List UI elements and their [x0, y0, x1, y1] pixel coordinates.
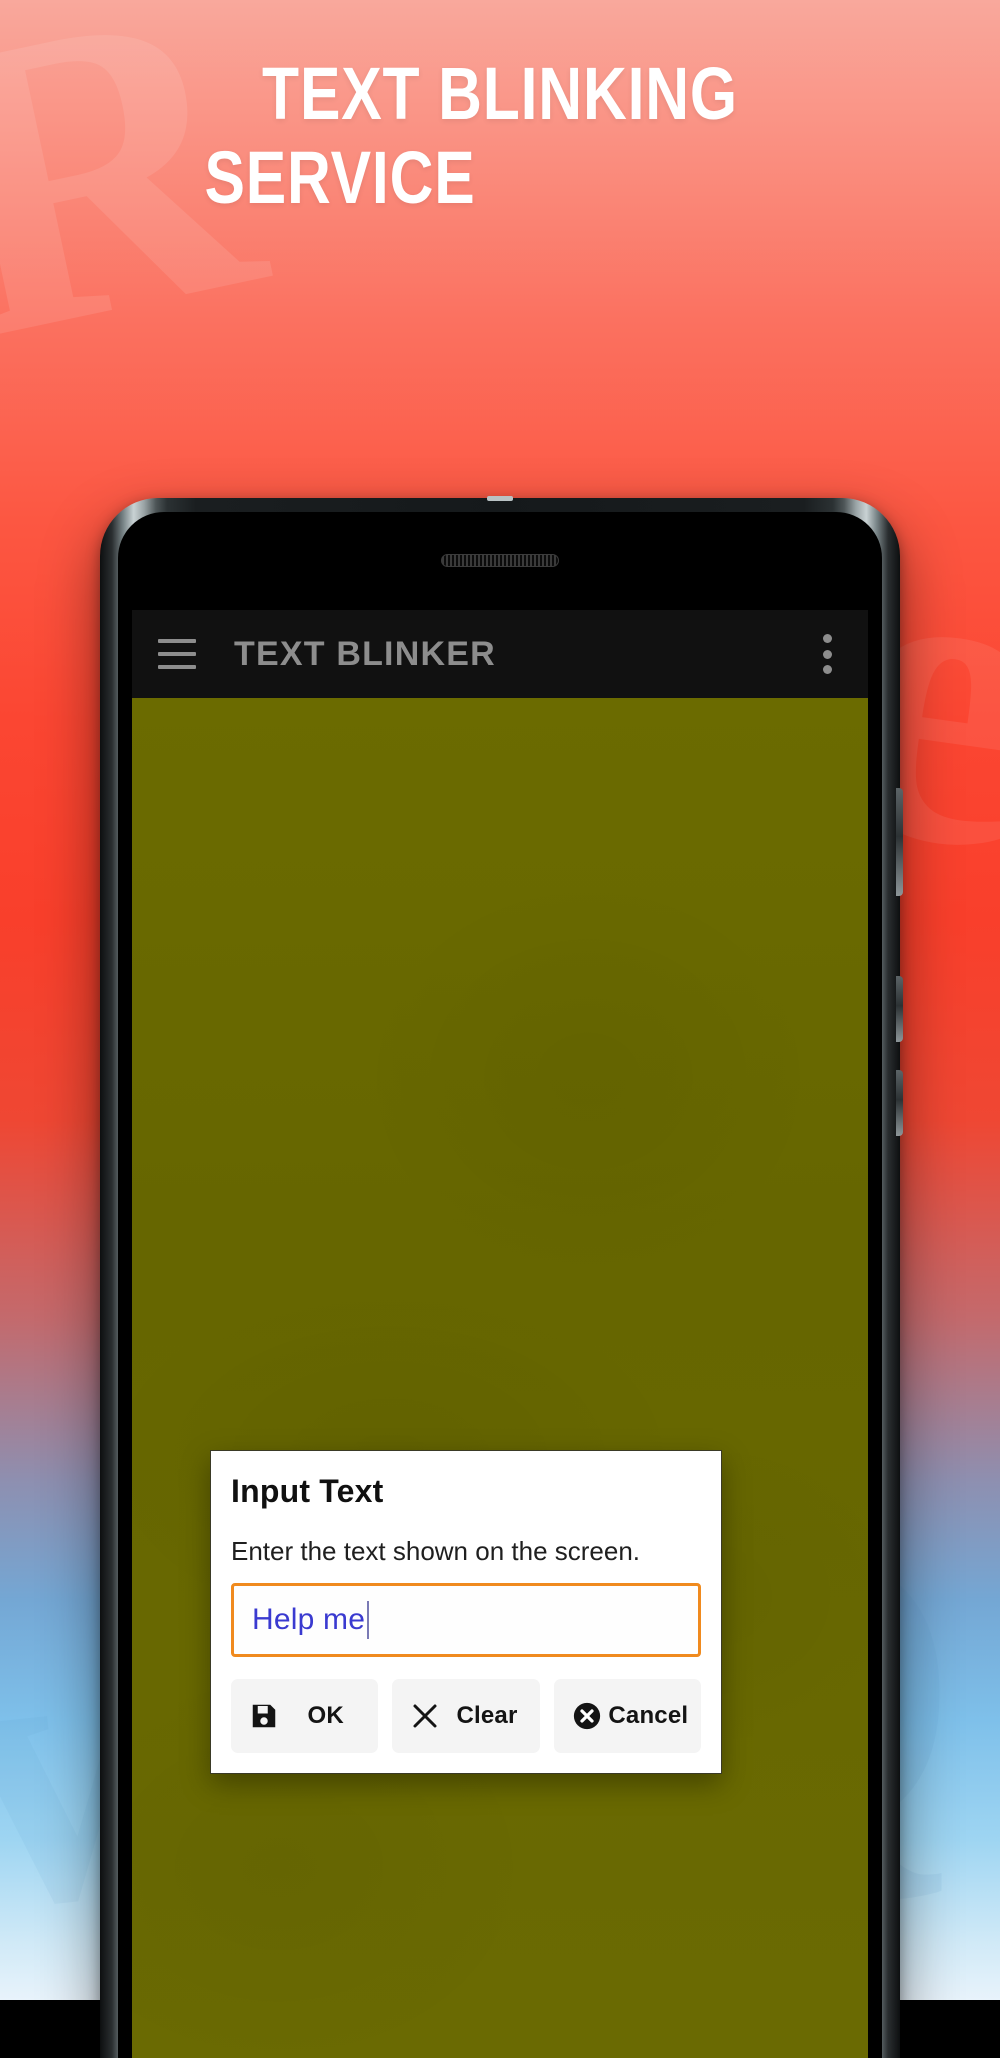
clear-button-label: Clear — [456, 1702, 518, 1730]
cancel-button-label: Cancel — [608, 1702, 689, 1730]
cancel-button[interactable]: Cancel — [553, 1679, 701, 1754]
dialog-message: Enter the text shown on the screen. — [231, 1536, 641, 1566]
blinking-text-canvas[interactable]: Input Text Enter the text shown on the s… — [132, 698, 868, 2058]
ok-button[interactable]: OK — [231, 1679, 379, 1754]
promo-headline: TEXT BLINKING SERVICE — [0, 52, 1000, 221]
text-input-field[interactable]: Help me — [231, 1583, 701, 1658]
ok-button-label: OK — [307, 1702, 344, 1730]
phone-mockup: TEXT BLINKER Input Text Enter the text s… — [100, 496, 903, 2058]
phone-bezel: TEXT BLINKER Input Text Enter the text s… — [118, 512, 882, 2058]
app-title: TEXT BLINKER — [234, 634, 496, 673]
text-input-value: Help me — [252, 1603, 366, 1637]
hamburger-menu-icon[interactable] — [158, 639, 196, 669]
headline-line-2: SERVICE — [204, 136, 476, 220]
text-cursor — [367, 1601, 370, 1640]
phone-earpiece-grille — [441, 554, 559, 567]
dialog-title: Input Text — [231, 1473, 384, 1509]
more-vertical-icon[interactable] — [812, 634, 842, 674]
save-floppy-icon — [249, 1701, 279, 1731]
phone-assistant-button — [896, 1070, 903, 1136]
dialog-actions: OK Clear Cancel — [231, 1679, 701, 1754]
clear-button[interactable]: Clear — [392, 1679, 540, 1754]
close-x-icon — [410, 1701, 440, 1731]
phone-screen: TEXT BLINKER Input Text Enter the text s… — [132, 568, 868, 2058]
input-text-dialog: Input Text Enter the text shown on the s… — [210, 1450, 722, 1775]
headline-line-1: TEXT BLINKING — [262, 52, 738, 135]
status-bar — [132, 568, 868, 610]
phone-power-button — [896, 976, 903, 1042]
app-bar: TEXT BLINKER — [132, 610, 868, 698]
phone-volume-button — [896, 788, 903, 896]
cancel-circle-x-icon — [572, 1701, 602, 1731]
phone-top-speaker-slit — [487, 496, 513, 501]
